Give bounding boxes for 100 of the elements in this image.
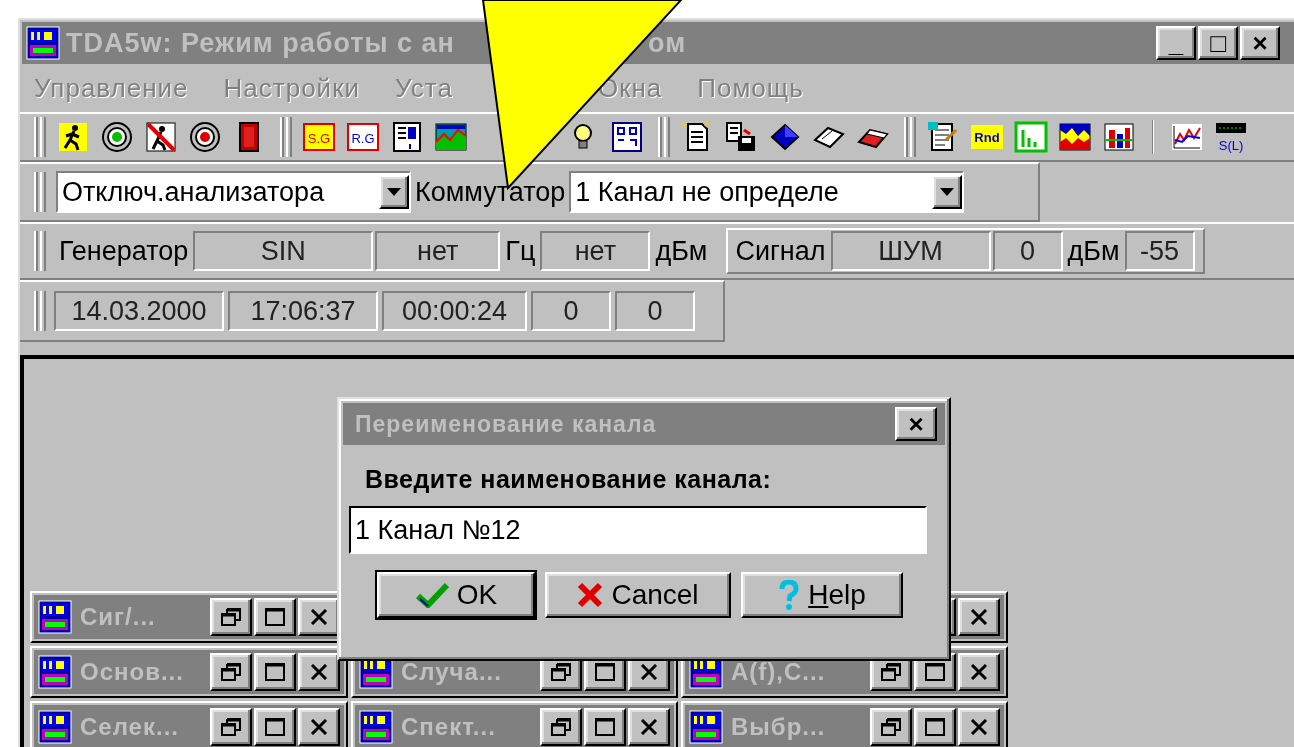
- maximize-icon: [265, 608, 285, 626]
- dropdown[interactable]: Отключ.анализатора: [56, 171, 411, 213]
- toolbar-grip[interactable]: [280, 117, 292, 157]
- text-tool-icon[interactable]: S.G: [302, 120, 336, 154]
- field-label: Гц: [504, 235, 537, 267]
- dropdown-arrow-icon: [387, 187, 401, 197]
- window-title: TDA5w: Режим работы с ан: [66, 27, 456, 59]
- dialog-button[interactable]: OK: [377, 572, 535, 618]
- close-button[interactable]: [958, 653, 1000, 691]
- target-icon[interactable]: [188, 120, 222, 154]
- toolbar-grip[interactable]: [658, 117, 670, 157]
- close-icon: [310, 609, 328, 625]
- heatmap-icon[interactable]: [1058, 120, 1092, 154]
- app-icon: [26, 26, 60, 60]
- running-figure-icon[interactable]: [56, 120, 90, 154]
- field-label: дБм: [1066, 235, 1121, 267]
- maximize-button[interactable]: [584, 708, 626, 746]
- minimized-window-title: Случа...: [401, 658, 502, 686]
- toolbar-grip[interactable]: [34, 172, 46, 212]
- app-icon: [38, 600, 72, 634]
- status-field: 17:06:37: [228, 291, 378, 331]
- restore-icon: [221, 608, 241, 626]
- restore-icon: [881, 663, 901, 681]
- dialog-button[interactable]: Cancel: [545, 572, 731, 618]
- dialog-title: Переименование канала: [355, 410, 657, 438]
- minimized-window-title: Сиг/...: [80, 603, 156, 631]
- readout-field: SIN: [193, 231, 374, 271]
- toolbar-grip[interactable]: [34, 117, 46, 157]
- target-icon[interactable]: [100, 120, 134, 154]
- status-field: 0: [531, 291, 611, 331]
- window-control-button[interactable]: □: [1198, 26, 1238, 60]
- close-button[interactable]: ×: [895, 407, 937, 441]
- grid-icon[interactable]: [610, 120, 644, 154]
- maximize-button[interactable]: [254, 598, 296, 636]
- close-icon: [640, 719, 658, 735]
- maximize-icon: [265, 663, 285, 681]
- minimized-window-title: Основ...: [80, 658, 184, 686]
- close-button[interactable]: [958, 708, 1000, 746]
- question-mark-icon: [778, 580, 801, 610]
- restore-button[interactable]: [210, 598, 252, 636]
- close-icon: [970, 664, 988, 680]
- close-button[interactable]: [298, 598, 340, 636]
- field-label: дБм: [654, 235, 709, 267]
- readout-field: -55: [1124, 231, 1195, 271]
- toolbar-grip[interactable]: [34, 231, 46, 271]
- readout-field: нет: [375, 231, 501, 271]
- maximize-icon: [925, 718, 945, 736]
- window-control-button[interactable]: ×: [1240, 26, 1280, 60]
- close-button[interactable]: [628, 708, 670, 746]
- restore-button[interactable]: [870, 708, 912, 746]
- chart-icon[interactable]: [434, 120, 468, 154]
- toolbar-grip[interactable]: [34, 291, 46, 331]
- app-icon: [689, 710, 723, 744]
- bar-chart-icon[interactable]: [1102, 120, 1136, 154]
- maximize-icon: [595, 718, 615, 736]
- text-tool-icon[interactable]: R.G: [346, 120, 380, 154]
- app-icon: [38, 655, 72, 689]
- cross-icon: [577, 582, 604, 608]
- close-button[interactable]: [958, 598, 1000, 636]
- readout-field: ШУМ: [830, 231, 991, 271]
- dropdown[interactable]: 1 Канал не определе: [569, 171, 965, 213]
- close-button[interactable]: [298, 653, 340, 691]
- field-label: Сигнал: [734, 235, 827, 267]
- app-icon: [38, 710, 72, 744]
- restore-button[interactable]: [540, 708, 582, 746]
- maximize-button[interactable]: [254, 653, 296, 691]
- maximize-icon: [925, 663, 945, 681]
- maximize-icon: [595, 663, 615, 681]
- minimized-window-title: Выбр...: [731, 713, 826, 741]
- restore-button[interactable]: [210, 708, 252, 746]
- close-icon: [310, 664, 328, 680]
- checkmark-icon: [414, 582, 449, 608]
- prompt-text: Введите наименование канала:: [365, 465, 773, 494]
- status-field: 0: [615, 291, 695, 331]
- maximize-icon: [265, 718, 285, 736]
- maximize-button[interactable]: [254, 708, 296, 746]
- notepad-icon[interactable]: [926, 120, 960, 154]
- restore-icon: [221, 663, 241, 681]
- close-icon: [310, 719, 328, 735]
- restore-button[interactable]: [210, 653, 252, 691]
- restore-icon: [221, 718, 241, 736]
- restore-icon: [551, 663, 571, 681]
- minimized-window-title: Селек...: [80, 713, 179, 741]
- no-walking-icon[interactable]: [144, 120, 178, 154]
- list-icon[interactable]: [390, 120, 424, 154]
- close-icon: [970, 719, 988, 735]
- minimized-window-title: Спект...: [401, 713, 496, 741]
- toolbar-grip[interactable]: [904, 117, 916, 157]
- window-control-button[interactable]: _: [1156, 26, 1196, 60]
- floppy-icon[interactable]: [724, 120, 758, 154]
- close-button[interactable]: [298, 708, 340, 746]
- window-title: ом: [648, 27, 687, 59]
- maximize-button[interactable]: [914, 708, 956, 746]
- close-icon: [640, 664, 658, 680]
- dialog-button[interactable]: Help: [741, 572, 903, 618]
- channel-name-field[interactable]: 1 Канал №12: [349, 506, 927, 554]
- restore-icon: [881, 718, 901, 736]
- readout-field: нет: [540, 231, 651, 271]
- field-label: Генератор: [58, 235, 190, 267]
- minimized-window-title: A(f),C...: [731, 658, 826, 686]
